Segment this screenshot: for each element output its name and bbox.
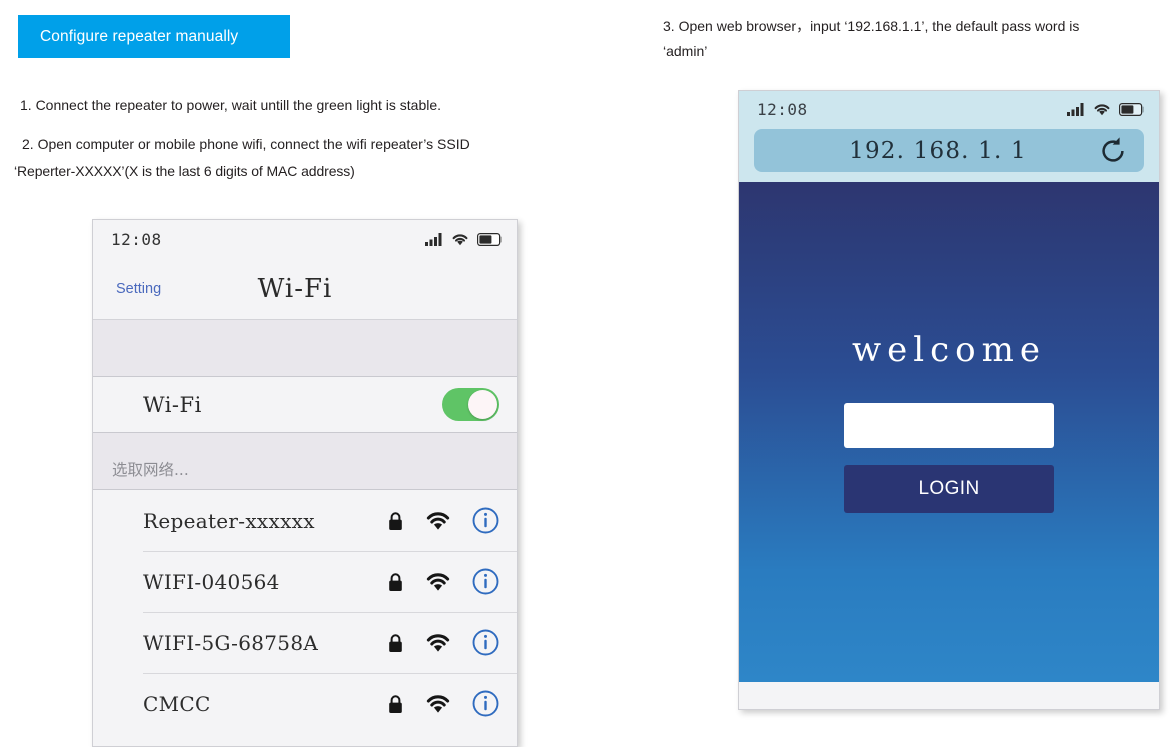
network-ssid: WIFI-040564 <box>143 569 280 594</box>
instruction-step-1: 1. Connect the repeater to power, wait u… <box>20 97 442 113</box>
network-row-icons <box>387 629 499 656</box>
wifi-icon[interactable] <box>425 694 451 714</box>
wifi-toggle-knob <box>468 390 497 419</box>
wifi-navbar: Setting Wi-Fi <box>93 258 517 320</box>
network-row-icons <box>387 568 499 595</box>
status-bar-icons <box>1067 102 1145 116</box>
lock-icon <box>389 572 402 591</box>
lock-icon <box>389 633 402 652</box>
network-row-icons <box>387 507 499 534</box>
network-list: Repeater-xxxxxx WIFI-040564 WIFI-5G-6875… <box>93 490 517 734</box>
instruction-step-2: 2. Open computer or mobile phone wifi, c… <box>22 136 470 152</box>
choose-network-header: 选取网络... <box>93 433 517 490</box>
network-list-item[interactable]: Repeater-xxxxxx <box>93 490 517 551</box>
welcome-heading: welcome <box>852 330 1046 370</box>
wifi-settings-phone-mockup: 12:08 Setting Wi-Fi Wi-Fi 选取网络... Repeat… <box>92 219 518 747</box>
network-ssid: Repeater-xxxxxx <box>143 508 315 533</box>
wifi-icon <box>452 233 468 245</box>
network-list-item[interactable]: CMCC <box>93 673 517 734</box>
info-circle-icon[interactable] <box>472 629 499 656</box>
instruction-step-3: 3. Open web browser，input ‘192.168.1.1’,… <box>663 18 1080 34</box>
navbar-spacer-band <box>93 320 517 377</box>
settings-back-link[interactable]: Setting <box>116 281 161 297</box>
network-ssid: CMCC <box>143 691 211 716</box>
wifi-icon[interactable] <box>425 633 451 653</box>
status-bar-clock: 12:08 <box>111 229 162 249</box>
instruction-step-3-continued: ‘admin’ <box>663 43 708 59</box>
wifi-toggle-row[interactable]: Wi-Fi <box>93 377 517 433</box>
login-button[interactable]: LOGIN <box>844 465 1054 513</box>
wifi-toggle-label: Wi-Fi <box>143 392 202 417</box>
instruction-step-2-continued: ‘Reperter-XXXXX’(X is the last 6 digits … <box>14 163 355 179</box>
wifi-icon[interactable] <box>425 511 451 531</box>
password-field[interactable] <box>844 403 1054 448</box>
wifi-icon <box>1094 103 1110 115</box>
info-circle-icon[interactable] <box>472 507 499 534</box>
network-ssid: WIFI-5G-68758A <box>143 630 319 655</box>
configure-manually-label: Configure repeater manually <box>40 27 239 45</box>
network-list-item[interactable]: WIFI-5G-68758A <box>93 612 517 673</box>
network-list-item[interactable]: WIFI-040564 <box>93 551 517 612</box>
info-circle-icon[interactable] <box>472 568 499 595</box>
lock-icon <box>389 511 402 530</box>
status-bar-icons <box>425 232 503 246</box>
browser-url-bar[interactable]: 192. 168. 1. 1 <box>754 129 1144 172</box>
browser-chrome: 12:08 192. 168. 1. 1 <box>739 91 1159 182</box>
router-login-page: welcome LOGIN <box>739 182 1159 682</box>
refresh-icon[interactable] <box>1096 134 1130 168</box>
lock-icon <box>389 694 402 713</box>
battery-icon <box>477 232 502 246</box>
wifi-toggle-switch[interactable] <box>442 388 499 421</box>
info-circle-icon[interactable] <box>472 690 499 717</box>
network-row-icons <box>387 690 499 717</box>
battery-icon <box>1119 102 1144 116</box>
page-root: Configure repeater manually 1. Connect t… <box>0 0 1172 747</box>
browser-phone-mockup: 12:08 192. 168. 1. 1 welcome LOGIN <box>738 90 1160 710</box>
status-bar: 12:08 <box>739 91 1159 127</box>
url-input[interactable]: 192. 168. 1. 1 <box>754 138 1096 164</box>
configure-manually-badge[interactable]: Configure repeater manually <box>18 15 290 58</box>
choose-network-label: 选取网络... <box>112 461 189 479</box>
cellular-signal-icon <box>425 232 442 246</box>
status-bar: 12:08 <box>93 220 517 258</box>
cellular-signal-icon <box>1067 102 1084 116</box>
wifi-icon[interactable] <box>425 572 451 592</box>
status-bar-clock: 12:08 <box>757 99 808 119</box>
